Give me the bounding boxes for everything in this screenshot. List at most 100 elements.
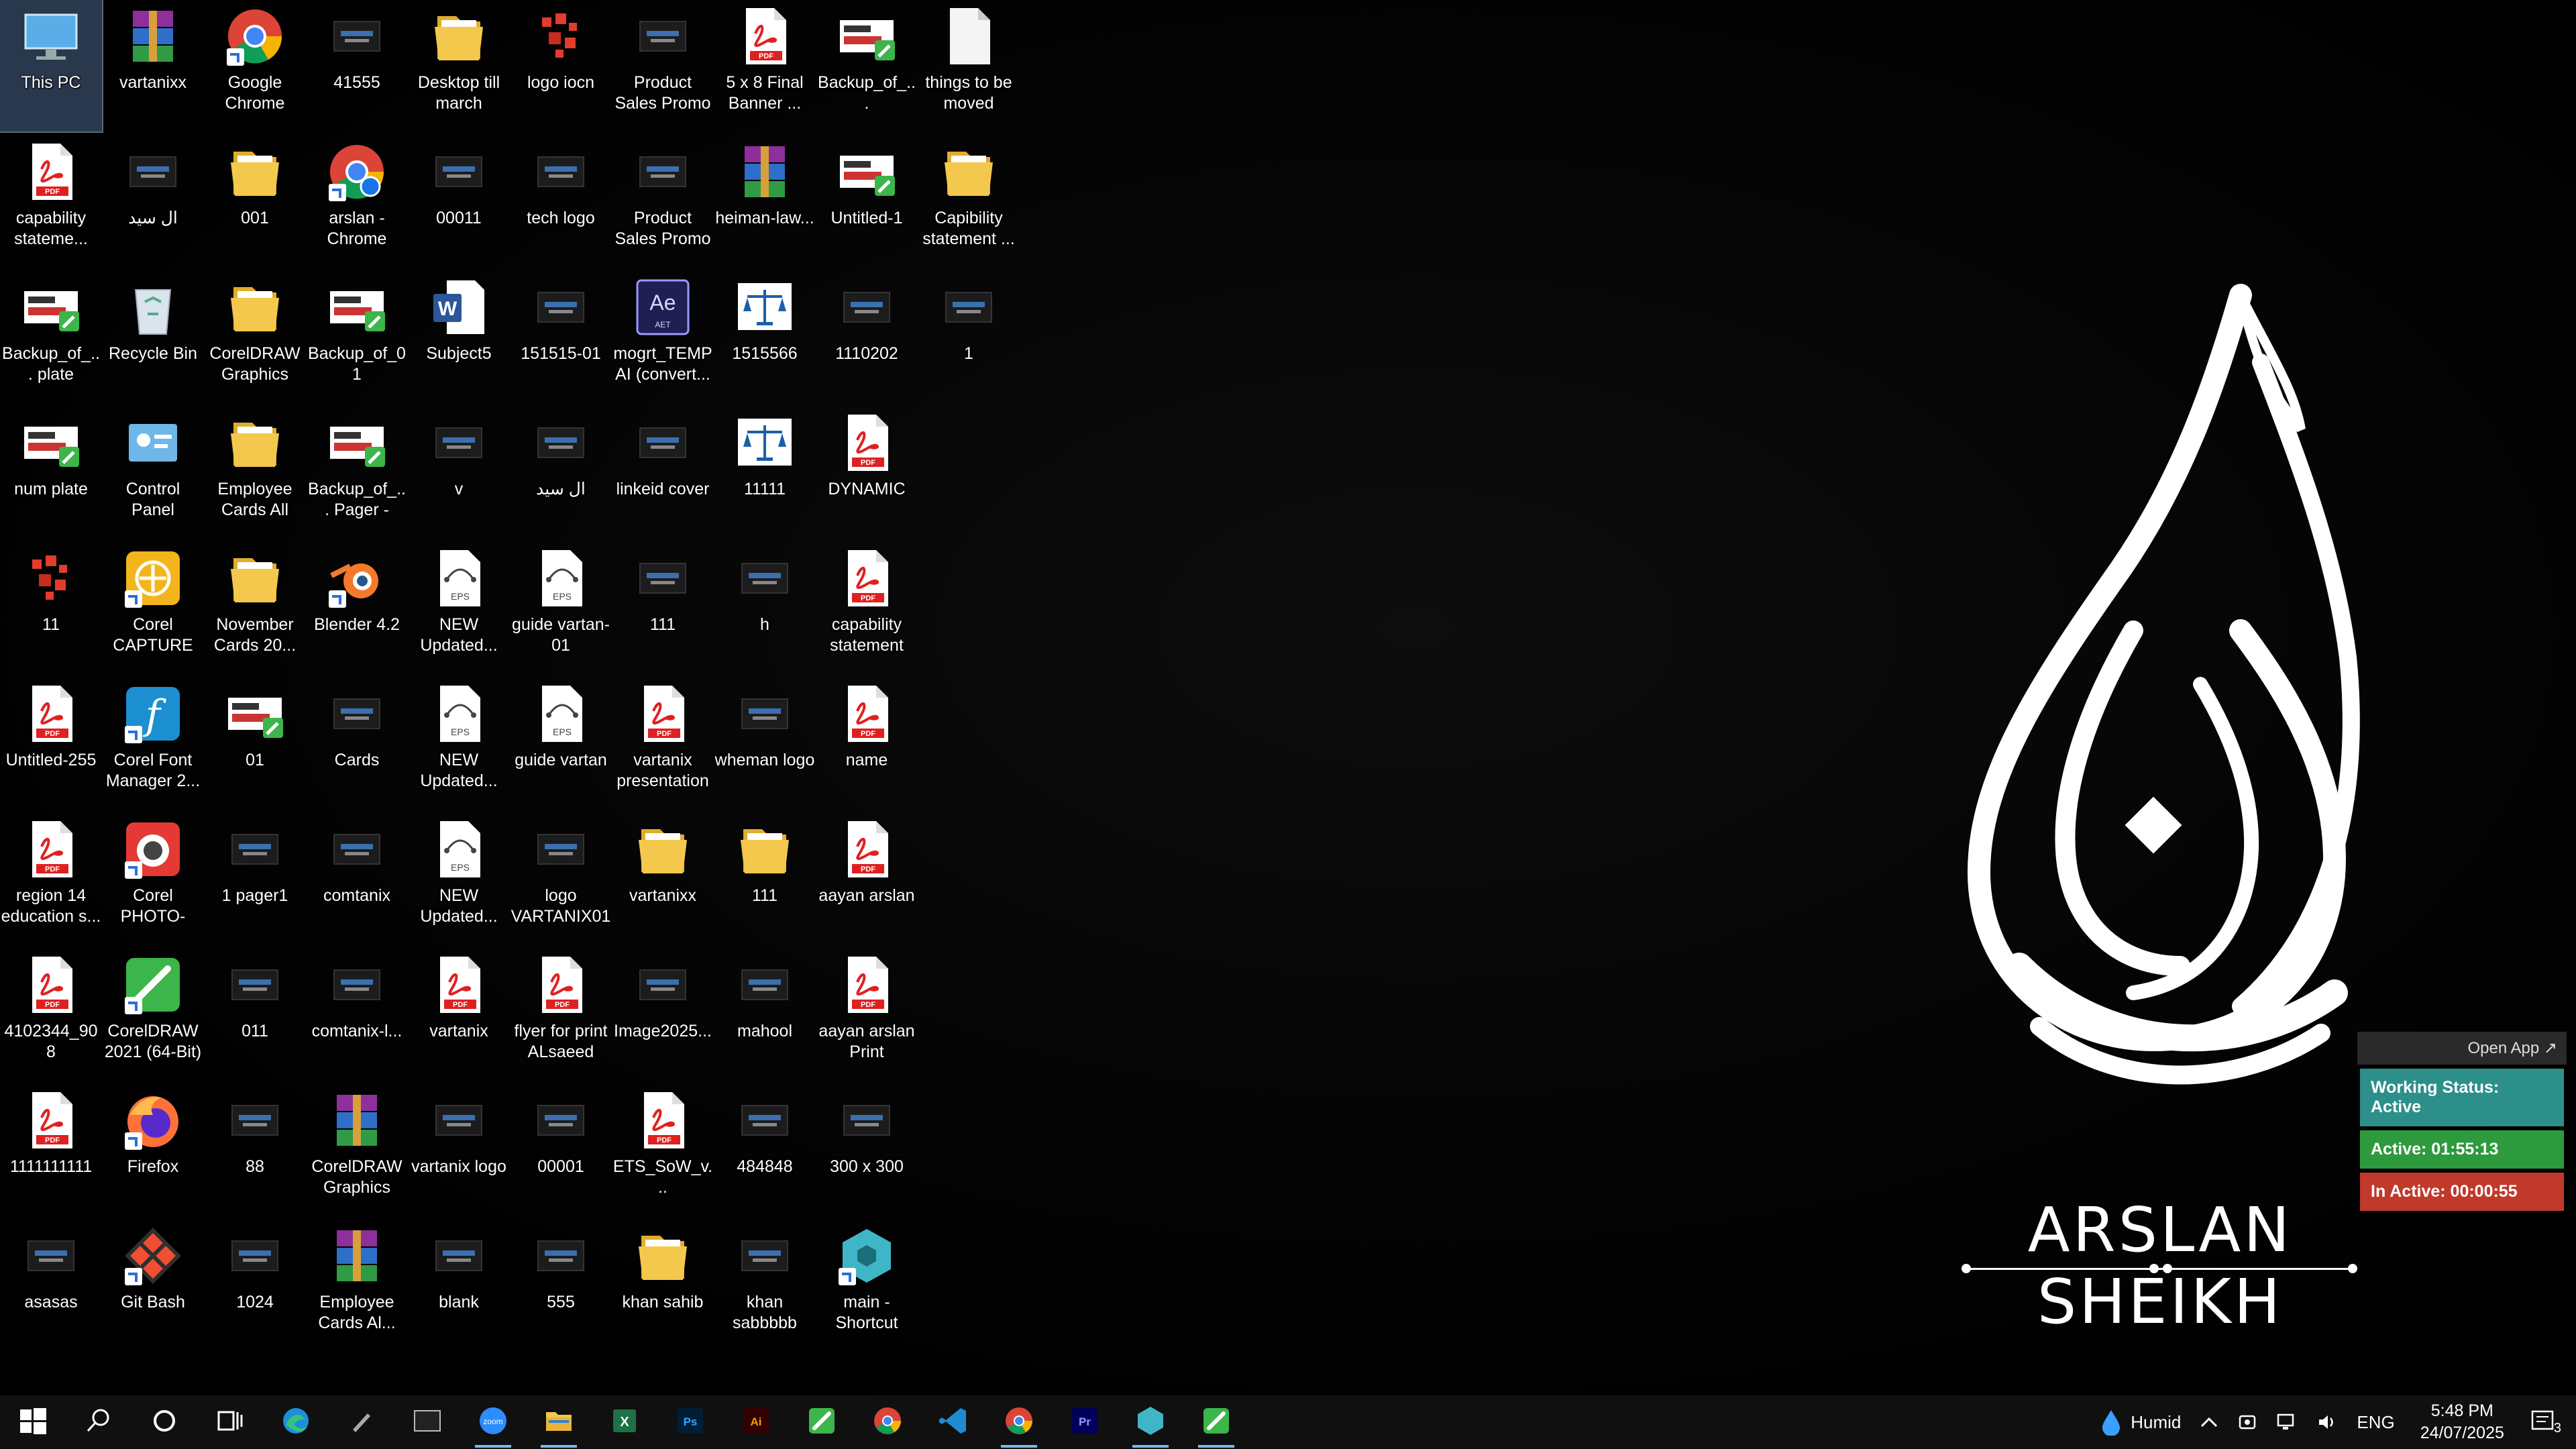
desktop-icon[interactable]: Git Bash [102, 1220, 204, 1351]
desktop-icon[interactable]: PDF ETS_SoW_v... [612, 1084, 714, 1216]
desktop-icon[interactable]: Recycle Bin [102, 271, 204, 402]
desktop-icon[interactable]: heiman-law... [714, 136, 816, 267]
desktop-icon[interactable]: asasas [0, 1220, 102, 1351]
action-center-button[interactable]: 3 [2520, 1409, 2576, 1436]
desktop-icon[interactable]: Ae AET mogrt_TEMP AI (convert... [612, 271, 714, 402]
desktop-icon[interactable]: 300 x 300 [816, 1084, 918, 1216]
desktop-icon[interactable]: Google Chrome [204, 0, 306, 131]
chrome-button[interactable] [855, 1395, 920, 1449]
desktop-icon[interactable]: Blender 4.2 [306, 542, 408, 674]
desktop-icon[interactable]: Control Panel [102, 407, 204, 538]
start-button[interactable] [0, 1395, 66, 1449]
desktop-icon[interactable]: Backup_of_01 [306, 271, 408, 402]
desktop-icon[interactable]: PDF aayan arslan Print [816, 949, 918, 1080]
desktop-icon[interactable]: 11 [0, 542, 102, 674]
coreldraw-button[interactable] [789, 1395, 855, 1449]
desktop-icon[interactable]: Image2025... [612, 949, 714, 1080]
desktop-icon[interactable]: khan sabbbbb [714, 1220, 816, 1351]
vscode-button[interactable] [920, 1395, 986, 1449]
desktop-icon[interactable]: h [714, 542, 816, 674]
desktop-icon[interactable]: 00001 [510, 1084, 612, 1216]
search-button[interactable] [66, 1395, 131, 1449]
premiere-button[interactable]: Pr [1052, 1395, 1118, 1449]
desktop-icon[interactable]: 1 [918, 271, 1020, 402]
volume-icon[interactable] [2307, 1412, 2347, 1432]
desktop-icon[interactable]: vartanixx [612, 813, 714, 945]
desktop-icon[interactable]: 41555 [306, 0, 408, 131]
network-icon[interactable] [2267, 1412, 2307, 1432]
open-app-link[interactable]: Open App ↗ [2357, 1032, 2567, 1065]
show-hidden-icons-chevron-icon[interactable] [2190, 1415, 2228, 1429]
desktop-icon[interactable]: 1110202 [816, 271, 918, 402]
desktop-icon[interactable]: 1 pager1 [204, 813, 306, 945]
desktop-icon[interactable]: PDF capability statement [816, 542, 918, 674]
desktop-icon[interactable]: Backup_of_... [816, 0, 918, 131]
desktop-icon[interactable]: v [408, 407, 510, 538]
desktop-icon[interactable]: 151515-01 [510, 271, 612, 402]
desktop-icon[interactable]: things to be moved [918, 0, 1020, 131]
desktop-icon[interactable]: 01 [204, 678, 306, 809]
desktop-icon[interactable]: num plate [0, 407, 102, 538]
desktop-icon[interactable]: CorelDRAW Graphics Su... [306, 1084, 408, 1216]
desktop-icon[interactable]: W Subject5 [408, 271, 510, 402]
desktop-icon[interactable]: PDF DYNAMIC [816, 407, 918, 538]
desktop-icon[interactable]: This PC [0, 0, 103, 133]
desktop-icon[interactable]: 111 [612, 542, 714, 674]
desktop-icon[interactable]: EPS NEW Updated... [408, 678, 510, 809]
desktop-icon[interactable]: Capibility statement ... [918, 136, 1020, 267]
terminal-button[interactable] [394, 1395, 460, 1449]
desktop-icon[interactable]: PDF vartanix [408, 949, 510, 1080]
desktop-icon[interactable]: PDF name [816, 678, 918, 809]
desktop-icon[interactable]: comtanix [306, 813, 408, 945]
desktop-icon[interactable]: PDF capability stateme... [0, 136, 102, 267]
desktop-icon[interactable]: ال سيد [510, 407, 612, 538]
desktop-icon[interactable]: Desktop till march [408, 0, 510, 131]
desktop-icon[interactable]: khan sahib [612, 1220, 714, 1351]
meet-now-icon[interactable] [2228, 1412, 2267, 1432]
desktop-icon[interactable]: 88 [204, 1084, 306, 1216]
desktop-icon[interactable]: PDF aayan arslan [816, 813, 918, 945]
desktop-icon[interactable]: logo iocn [510, 0, 612, 131]
desktop-icon[interactable]: tech logo [510, 136, 612, 267]
file-explorer-button[interactable] [526, 1395, 592, 1449]
desktop-icon[interactable]: PDF 1111111111 [0, 1084, 102, 1216]
desktop-icon[interactable]: PDF Untitled-255 [0, 678, 102, 809]
desktop-icon[interactable]: PDF flyer for print ALsaeed po... [510, 949, 612, 1080]
desktop-icon[interactable]: f Corel Font Manager 2... [102, 678, 204, 809]
desktop-icon[interactable]: CorelDRAW Graphics Su... [204, 271, 306, 402]
desktop-icon[interactable]: Cards [306, 678, 408, 809]
desktop-icon[interactable]: Untitled-1 [816, 136, 918, 267]
illustrator-button[interactable]: Ai [723, 1395, 789, 1449]
desktop-icon[interactable]: Employee Cards All [204, 407, 306, 538]
coreldraw2-button[interactable] [1183, 1395, 1249, 1449]
desktop-icon[interactable]: 001 [204, 136, 306, 267]
desktop-icon[interactable]: Product Sales Promo Pack... [612, 0, 714, 131]
language-indicator[interactable]: ENG [2347, 1412, 2404, 1433]
desktop-icon[interactable]: comtanix-l... [306, 949, 408, 1080]
desktop-icon[interactable]: 1024 [204, 1220, 306, 1351]
desktop-icon[interactable]: PDF vartanix presentation [612, 678, 714, 809]
chrome-profile-button[interactable] [986, 1395, 1052, 1449]
app-button[interactable] [1118, 1395, 1183, 1449]
desktop-icon[interactable]: linkeid cover [612, 407, 714, 538]
desktop-icon[interactable]: EPS NEW Updated... [408, 542, 510, 674]
desktop-icon[interactable]: EPS NEW Updated... [408, 813, 510, 945]
desktop-icon[interactable]: EPS guide vartan [510, 678, 612, 809]
desktop-icon[interactable]: Corel PHOTO-PAI... [102, 813, 204, 945]
task-view-button[interactable] [197, 1395, 263, 1449]
desktop-icon[interactable]: wheman logo [714, 678, 816, 809]
desktop-icon[interactable]: Corel CAPTURE 2... [102, 542, 204, 674]
desktop-icon[interactable]: Backup_of_... plate [0, 271, 102, 402]
desktop-icon[interactable]: blank [408, 1220, 510, 1351]
edge-button[interactable] [263, 1395, 329, 1449]
desktop-icon[interactable]: logo VARTANIX01 [510, 813, 612, 945]
desktop-icon[interactable]: PDF 4102344_908 [0, 949, 102, 1080]
desktop-icon[interactable]: Backup_of_... Pager - NY... [306, 407, 408, 538]
desktop-icon[interactable]: 1515566 [714, 271, 816, 402]
desktop-icon[interactable]: mahool [714, 949, 816, 1080]
desktop-icon[interactable]: vartanix logo [408, 1084, 510, 1216]
desktop-icon[interactable]: 011 [204, 949, 306, 1080]
desktop-icon[interactable]: 11111 [714, 407, 816, 538]
desktop-icon[interactable]: arslan - Chrome [306, 136, 408, 267]
desktop-icon[interactable]: PDF region 14 education s... [0, 813, 102, 945]
